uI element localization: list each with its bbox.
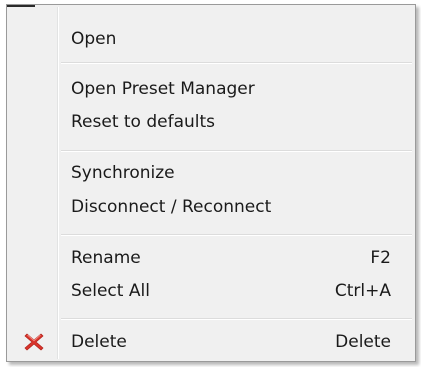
menu-item-shortcut: Ctrl+A (334, 281, 391, 301)
menu-separator (61, 62, 412, 64)
menu-item-delete[interactable]: Delete Delete (9, 322, 413, 362)
red-x-icon (23, 331, 45, 353)
menu-separator (61, 150, 412, 152)
context-menu: Open Open Preset Manager Reset to defaul… (6, 4, 416, 362)
menu-item-label: Reset to defaults (71, 112, 216, 132)
menu-item-shortcut: Delete (335, 332, 391, 352)
menu-item-open[interactable]: Open (9, 19, 413, 59)
menu-separator (61, 318, 412, 320)
menu-separator (61, 234, 412, 236)
menu-item-label: Select All (71, 281, 150, 301)
menu-top-edge (7, 5, 35, 7)
menu-item-disconnect-reconnect[interactable]: Disconnect / Reconnect (9, 187, 413, 227)
menu-item-reset-to-defaults[interactable]: Reset to defaults (9, 102, 413, 142)
menu-item-label: Disconnect / Reconnect (71, 197, 272, 217)
menu-item-label: Delete (71, 332, 127, 352)
menu-item-select-all[interactable]: Select All Ctrl+A (9, 271, 413, 311)
menu-item-label: Open (71, 29, 117, 49)
